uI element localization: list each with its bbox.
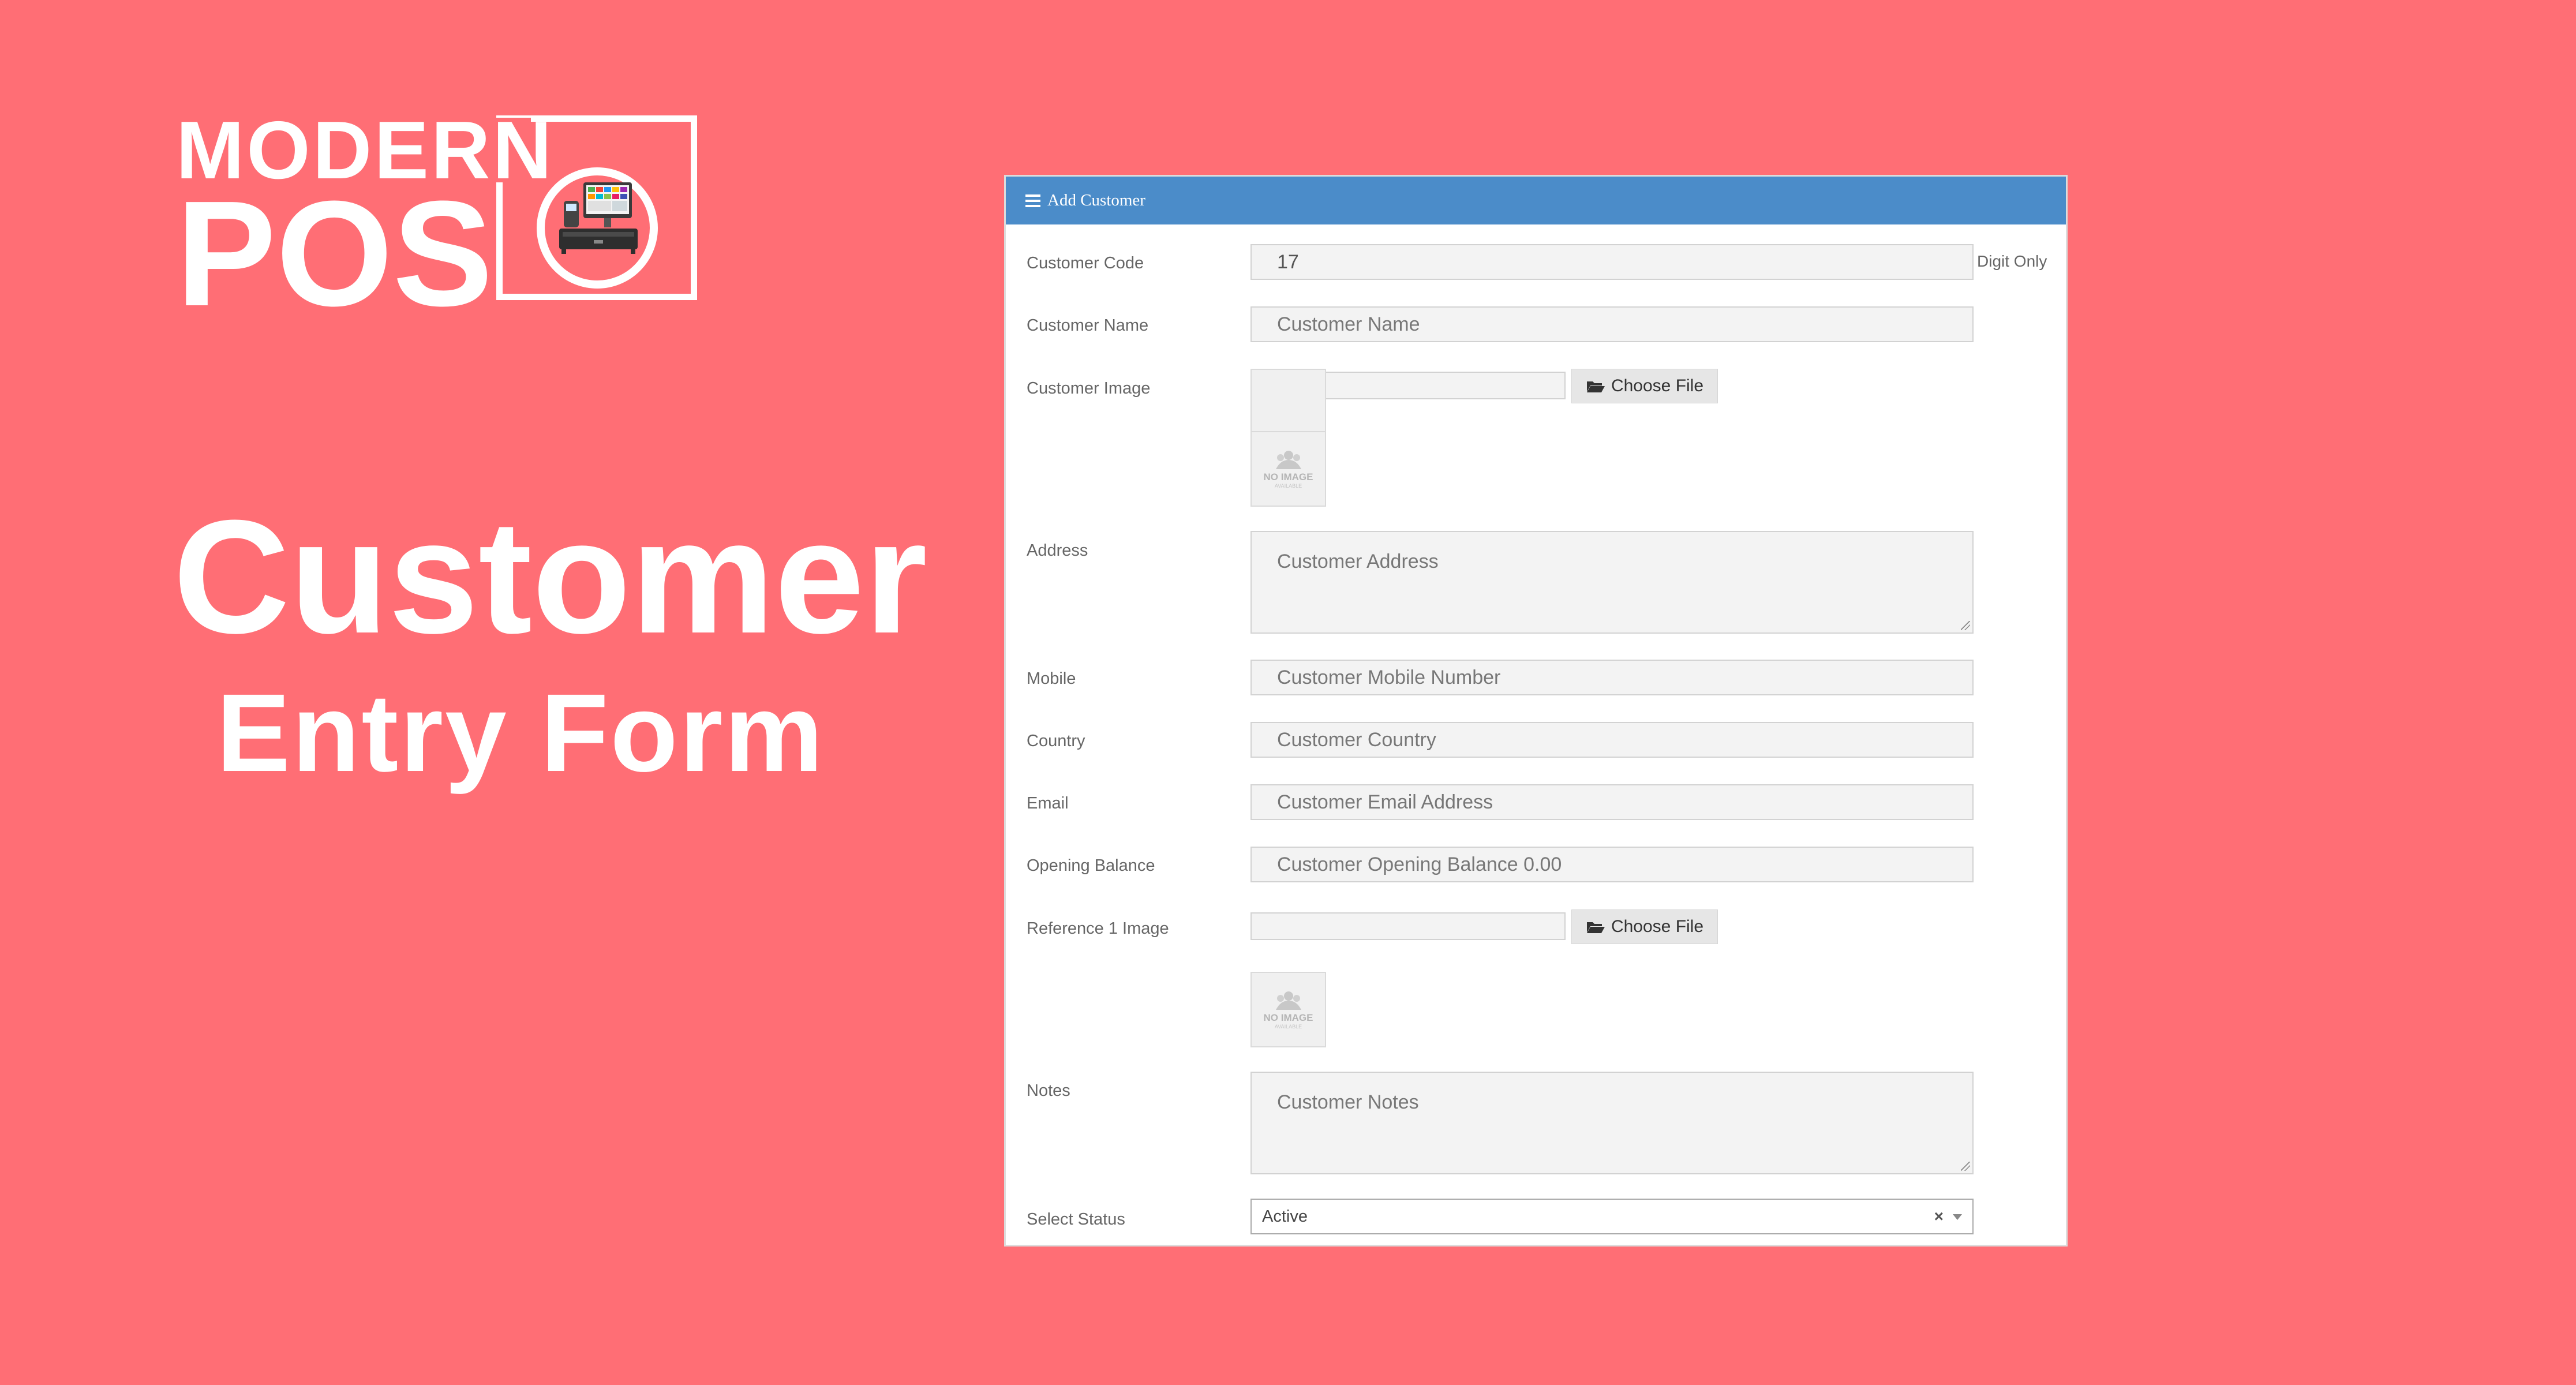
label-notes: Notes bbox=[1027, 1081, 1070, 1100]
no-image-subtext: AVAILABLE bbox=[1274, 482, 1302, 489]
panel-header: Add Customer bbox=[1006, 177, 2066, 224]
choose-file-label: Choose File bbox=[1611, 917, 1704, 936]
label-opening-balance: Opening Balance bbox=[1027, 856, 1155, 875]
customer-name-input[interactable]: Customer Name bbox=[1250, 306, 1974, 342]
label-reference-image: Reference 1 Image bbox=[1027, 919, 1169, 938]
label-mobile: Mobile bbox=[1027, 669, 1076, 688]
opening-balance-input[interactable]: Customer Opening Balance 0.00 bbox=[1250, 847, 1974, 882]
panel-title: Add Customer bbox=[1047, 191, 1145, 209]
reference-image-file-field[interactable] bbox=[1250, 912, 1566, 940]
reference-image-choose-file-button[interactable]: Choose File bbox=[1571, 909, 1718, 944]
hamburger-icon[interactable] bbox=[1025, 192, 1040, 210]
resize-handle[interactable] bbox=[1961, 621, 1970, 630]
reference-image-preview: NO IMAGE AVAILABLE bbox=[1250, 972, 1326, 1047]
no-image-text: NO IMAGE bbox=[1263, 471, 1313, 482]
add-customer-panel: Add Customer Customer Code 17 Digit Only… bbox=[1004, 175, 2068, 1246]
digit-only-hint: Digit Only bbox=[1977, 252, 2047, 270]
country-input[interactable]: Customer Country bbox=[1250, 722, 1974, 758]
label-email: Email bbox=[1027, 794, 1069, 813]
status-select[interactable]: Active × bbox=[1250, 1199, 1974, 1234]
logo-text-pos: POS bbox=[176, 170, 493, 338]
label-address: Address bbox=[1027, 541, 1088, 560]
no-image-text: NO IMAGE bbox=[1263, 1012, 1313, 1023]
folder-open-icon bbox=[1586, 381, 1605, 392]
pos-terminal-icon bbox=[559, 182, 638, 254]
hero-subtitle: Entry Form bbox=[216, 671, 825, 795]
no-image-subtext: AVAILABLE bbox=[1274, 1023, 1302, 1030]
label-customer-image: Customer Image bbox=[1027, 379, 1151, 398]
label-customer-name: Customer Name bbox=[1027, 316, 1149, 335]
hero-title: Customer bbox=[173, 487, 927, 667]
address-placeholder: Customer Address bbox=[1277, 551, 1439, 572]
no-image-icon bbox=[1275, 450, 1301, 469]
resize-handle[interactable] bbox=[1961, 1162, 1970, 1171]
label-status: Select Status bbox=[1027, 1210, 1125, 1229]
notes-placeholder: Customer Notes bbox=[1277, 1091, 1419, 1113]
notes-textarea[interactable]: Customer Notes bbox=[1250, 1072, 1974, 1174]
email-input[interactable]: Customer Email Address bbox=[1250, 784, 1974, 820]
customer-image-choose-file-button[interactable]: Choose File bbox=[1571, 369, 1718, 403]
folder-open-icon bbox=[1586, 922, 1605, 933]
status-selected-value: Active bbox=[1262, 1207, 1308, 1226]
no-image-icon bbox=[1275, 991, 1301, 1010]
mobile-input[interactable]: Customer Mobile Number bbox=[1250, 660, 1974, 695]
chevron-down-icon[interactable] bbox=[1953, 1214, 1962, 1220]
choose-file-label: Choose File bbox=[1611, 376, 1704, 395]
label-customer-code: Customer Code bbox=[1027, 254, 1144, 272]
customer-code-input[interactable]: 17 bbox=[1250, 244, 1974, 280]
customer-image-preview: NO IMAGE AVAILABLE bbox=[1250, 431, 1326, 507]
clear-selection-icon[interactable]: × bbox=[1934, 1200, 1944, 1233]
address-textarea[interactable]: Customer Address bbox=[1250, 531, 1974, 634]
brand-logo: MODERN POS bbox=[176, 110, 707, 329]
label-country: Country bbox=[1027, 732, 1085, 750]
